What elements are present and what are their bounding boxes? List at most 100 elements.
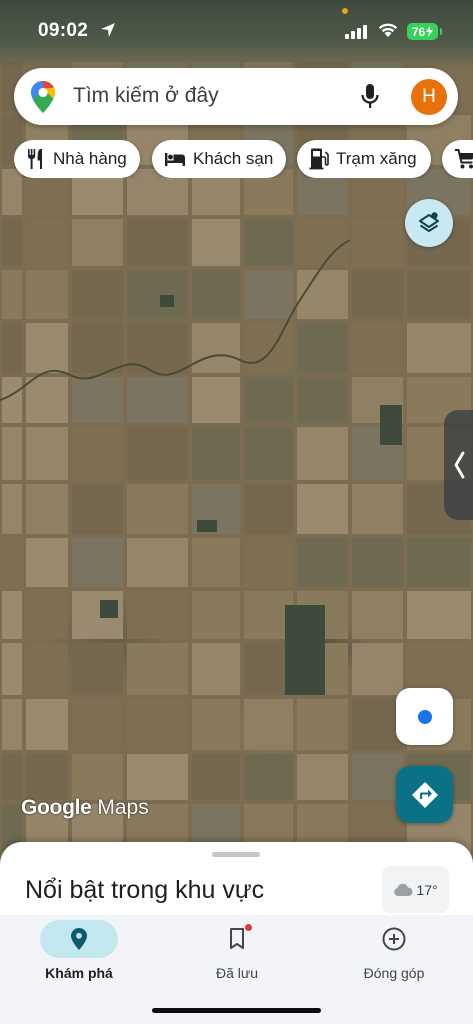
nav-saved-highlight bbox=[198, 920, 276, 958]
field-parcel bbox=[26, 699, 68, 750]
field-parcel bbox=[26, 270, 68, 319]
field-parcel bbox=[192, 219, 240, 266]
privacy-indicator-dot bbox=[342, 8, 348, 14]
search-bar[interactable]: Tìm kiếm ở đây H bbox=[14, 68, 458, 125]
field-parcel bbox=[297, 323, 348, 373]
field-parcel bbox=[72, 219, 123, 266]
chip-label: Khách sạn bbox=[193, 149, 274, 168]
field-parcel bbox=[297, 538, 348, 587]
directions-button[interactable] bbox=[396, 766, 453, 823]
restaurant-icon bbox=[28, 149, 42, 169]
nav-contribute[interactable]: Đóng góp bbox=[315, 915, 473, 995]
field-parcel bbox=[2, 643, 22, 695]
watermark-product: Maps bbox=[97, 796, 149, 819]
field-parcel bbox=[2, 377, 22, 423]
field-parcel bbox=[352, 323, 403, 373]
sheet-drag-handle[interactable] bbox=[212, 852, 260, 857]
field-parcel bbox=[297, 377, 348, 423]
field-parcel bbox=[127, 538, 188, 587]
field-parcel bbox=[352, 219, 403, 266]
field-parcel bbox=[297, 484, 348, 534]
field-parcel bbox=[244, 323, 293, 373]
avatar[interactable]: H bbox=[411, 79, 447, 115]
field-parcel bbox=[72, 754, 123, 800]
layers-icon bbox=[419, 212, 439, 232]
field-parcel bbox=[244, 427, 293, 480]
field-parcel bbox=[2, 427, 22, 480]
chip-hotels[interactable]: Khách sạn bbox=[152, 140, 286, 178]
dark-parcel bbox=[380, 405, 402, 445]
field-parcel bbox=[26, 323, 68, 373]
field-parcel bbox=[26, 591, 68, 639]
field-parcel bbox=[72, 699, 123, 750]
directions-icon bbox=[411, 781, 438, 808]
field-parcel bbox=[352, 538, 403, 587]
shopping-cart-icon bbox=[455, 149, 473, 169]
field-parcel bbox=[127, 643, 188, 695]
home-indicator bbox=[152, 1008, 321, 1013]
field-parcel bbox=[72, 643, 123, 695]
battery-level: 76 bbox=[411, 24, 426, 39]
sheet-title: Nổi bật trong khu vực bbox=[25, 876, 265, 904]
nav-saved[interactable]: Đã lưu bbox=[158, 915, 316, 995]
my-location-button[interactable] bbox=[396, 688, 453, 745]
field-parcel bbox=[26, 219, 68, 266]
field-parcel bbox=[244, 377, 293, 423]
status-time: 09:02 bbox=[38, 20, 89, 41]
layers-button[interactable] bbox=[405, 199, 453, 247]
field-parcel bbox=[192, 699, 240, 750]
field-parcel bbox=[72, 323, 123, 373]
chip-gas-stations[interactable]: Trạm xăng bbox=[297, 140, 431, 178]
field-parcel bbox=[127, 754, 188, 800]
field-parcel bbox=[26, 754, 68, 800]
side-panel-handle[interactable] bbox=[444, 410, 473, 520]
watermark-brand: Google bbox=[21, 796, 92, 819]
field-parcel bbox=[2, 591, 22, 639]
wifi-icon bbox=[378, 23, 398, 37]
search-input[interactable]: Tìm kiếm ở đây bbox=[73, 84, 219, 108]
field-parcel bbox=[352, 484, 403, 534]
field-parcel bbox=[352, 591, 403, 639]
field-parcel bbox=[192, 591, 240, 639]
field-parcel bbox=[127, 591, 188, 639]
field-parcel bbox=[127, 427, 188, 480]
field-parcel bbox=[297, 754, 348, 800]
field-parcel bbox=[2, 754, 22, 800]
chip-restaurants[interactable]: Nhà hàng bbox=[14, 140, 140, 178]
nav-label-saved: Đã lưu bbox=[215, 965, 259, 981]
field-parcel bbox=[352, 270, 403, 319]
nav-explore-highlight bbox=[40, 920, 118, 958]
field-parcel bbox=[2, 484, 22, 534]
field-parcel bbox=[297, 219, 348, 266]
status-bar: 09:02 76 bbox=[0, 0, 473, 60]
field-parcel bbox=[127, 377, 188, 423]
field-parcel bbox=[26, 427, 68, 480]
field-parcel bbox=[192, 538, 240, 587]
field-parcel bbox=[2, 270, 22, 319]
field-parcel bbox=[407, 538, 471, 587]
field-parcel bbox=[26, 484, 68, 534]
gas-station-icon bbox=[309, 148, 329, 170]
field-parcel bbox=[2, 323, 22, 373]
field-parcel bbox=[244, 754, 293, 800]
add-circle-icon bbox=[382, 927, 406, 951]
nav-label-contribute: Đóng góp bbox=[363, 965, 425, 981]
nav-explore[interactable]: Khám phá bbox=[0, 915, 158, 995]
field-parcel bbox=[192, 754, 240, 800]
field-parcel bbox=[244, 538, 293, 587]
field-parcel bbox=[72, 427, 123, 480]
field-parcel bbox=[192, 643, 240, 695]
location-arrow-icon bbox=[101, 23, 115, 37]
chip-shopping[interactable] bbox=[442, 140, 473, 178]
field-parcel bbox=[72, 377, 123, 423]
dark-parcel bbox=[100, 600, 118, 618]
field-parcel bbox=[2, 219, 22, 266]
field-parcel bbox=[192, 427, 240, 480]
dark-parcel bbox=[285, 605, 325, 695]
weather-chip[interactable]: 17° bbox=[382, 866, 449, 913]
mic-icon[interactable] bbox=[360, 83, 380, 111]
hotel-icon bbox=[165, 153, 185, 166]
charging-bolt-icon bbox=[426, 26, 434, 37]
my-location-dot-icon bbox=[417, 709, 432, 724]
field-parcel bbox=[407, 323, 471, 373]
